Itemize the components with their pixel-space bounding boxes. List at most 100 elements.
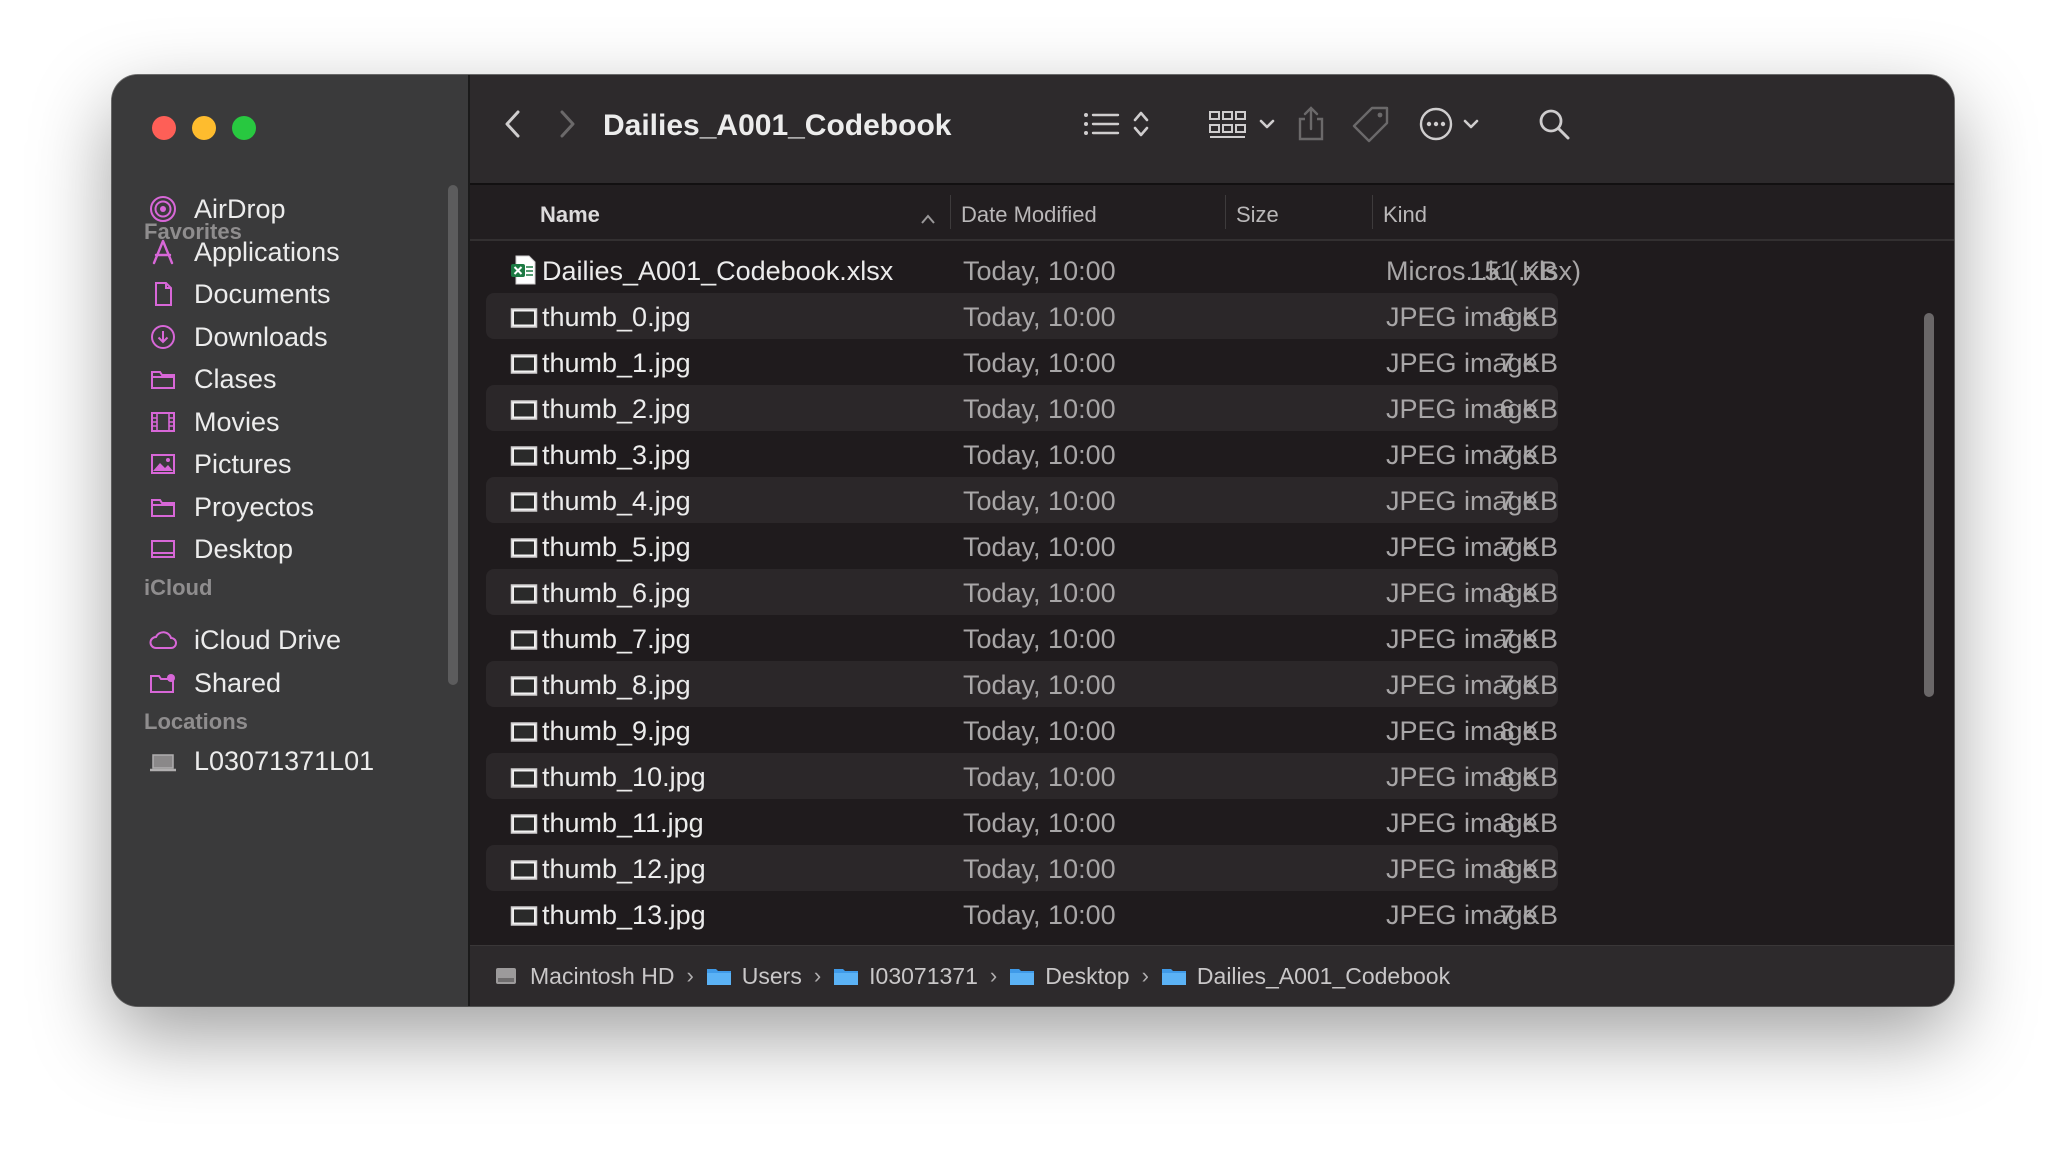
sidebar: Favorites AirDrop Applications Documents…	[112, 75, 470, 1006]
sidebar-item-label: Desktop	[194, 533, 294, 564]
file-row[interactable]: Dailies_A001_Codebook.xlsx Today, 10:00 15…	[486, 247, 1581, 293]
tag-button[interactable]	[1350, 103, 1392, 149]
minimize-window-button[interactable]	[192, 116, 216, 140]
search-button[interactable]	[1536, 103, 1572, 149]
file-row[interactable]: thumb_0.jpg Today, 10:00 6 KB JPEG image	[486, 293, 1558, 339]
group-button[interactable]	[1208, 103, 1276, 149]
file-kind: Micros...k (.xlsx)	[1386, 256, 1581, 286]
zoom-window-button[interactable]	[232, 116, 256, 140]
forward-button[interactable]	[554, 103, 580, 149]
file-name: thumb_9.jpg	[542, 716, 691, 746]
sidebar-item-label: AirDrop	[194, 193, 286, 224]
path-separator-icon: ›	[686, 963, 694, 988]
file-name: thumb_10.jpg	[542, 762, 706, 792]
view-options-button[interactable]	[1082, 103, 1150, 149]
sidebar-item-pictures[interactable]: Pictures	[148, 442, 292, 486]
window-controls	[152, 116, 256, 140]
file-row[interactable]: thumb_9.jpg Today, 10:00 8 KB JPEG image	[486, 707, 1558, 753]
sidebar-item-label: Applications	[194, 236, 340, 267]
sidebar-item-clases[interactable]: Clases	[148, 357, 277, 401]
file-kind: JPEG image	[1386, 578, 1538, 608]
file-row[interactable]: thumb_5.jpg Today, 10:00 7 KB JPEG image	[486, 523, 1558, 569]
sidebar-item-applications[interactable]: Applications	[148, 230, 340, 274]
chevron-down-icon	[1258, 108, 1276, 145]
finder-window: Favorites AirDrop Applications Documents…	[112, 75, 1954, 1006]
path-separator-icon: ›	[989, 963, 998, 988]
folder-icon	[1009, 965, 1035, 987]
sidebar-item-downloads[interactable]: Downloads	[148, 315, 328, 359]
file-date-modified: Today, 10:00	[963, 762, 1116, 792]
file-name: thumb_3.jpg	[542, 440, 691, 470]
file-row[interactable]: thumb_4.jpg Today, 10:00 7 KB JPEG image	[486, 477, 1558, 523]
file-date-modified: Today, 10:00	[963, 670, 1116, 700]
download-icon	[148, 322, 178, 352]
sidebar-item-proyectos[interactable]: Proyectos	[148, 485, 314, 529]
folder-icon	[148, 364, 178, 394]
share-button[interactable]	[1294, 103, 1328, 149]
file-row[interactable]: thumb_12.jpg Today, 10:00 8 KB JPEG image	[486, 845, 1558, 891]
file-kind: JPEG image	[1386, 808, 1538, 838]
file-date-modified: Today, 10:00	[963, 302, 1116, 332]
sidebar-item-label: Pictures	[194, 448, 292, 479]
path-crumb[interactable]: I03071371	[833, 963, 978, 990]
column-name[interactable]: Name	[540, 202, 600, 228]
column-kind[interactable]: Kind	[1383, 202, 1427, 228]
sidebar-item-desktop[interactable]: Desktop	[148, 527, 293, 571]
file-row[interactable]: thumb_13.jpg Today, 10:00 7 KB JPEG image	[486, 891, 1558, 937]
back-button[interactable]	[500, 103, 526, 149]
sidebar-item-icloud-drive[interactable]: iCloud Drive	[148, 618, 341, 662]
image-file-icon	[510, 351, 538, 377]
path-crumb[interactable]: Users	[706, 963, 802, 990]
file-date-modified: Today, 10:00	[963, 854, 1116, 884]
sidebar-item-label: Downloads	[194, 321, 328, 352]
more-actions-button[interactable]	[1418, 103, 1480, 149]
sidebar-item-label: Documents	[194, 278, 331, 309]
folder-icon	[1161, 965, 1187, 987]
path-crumb-label: Dailies_A001_Codebook	[1196, 962, 1451, 989]
file-row[interactable]: thumb_8.jpg Today, 10:00 7 KB JPEG image	[486, 661, 1558, 707]
sidebar-item-movies[interactable]: Movies	[148, 400, 280, 444]
image-file-icon	[510, 489, 538, 515]
image-file-icon	[510, 305, 538, 331]
chevron-left-icon	[500, 108, 526, 145]
file-kind: JPEG image	[1386, 854, 1538, 884]
file-kind: JPEG image	[1386, 670, 1538, 700]
close-window-button[interactable]	[152, 116, 176, 140]
applications-icon	[148, 237, 178, 267]
file-name: Dailies_A001_Codebook.xlsx	[542, 256, 894, 286]
file-row[interactable]: thumb_1.jpg Today, 10:00 7 KB JPEG image	[486, 339, 1558, 385]
file-row[interactable]: thumb_3.jpg Today, 10:00 7 KB JPEG image	[486, 431, 1558, 477]
path-crumb[interactable]: Macintosh HD	[494, 963, 674, 990]
path-separator-icon: ›	[1141, 963, 1149, 988]
path-crumb[interactable]: Dailies_A001_Codebook	[1161, 963, 1450, 990]
path-crumb-label: Macintosh HD	[530, 962, 675, 989]
sidebar-item-label: Shared	[194, 667, 282, 698]
file-row[interactable]: thumb_6.jpg Today, 10:00 8 KB JPEG image	[486, 569, 1558, 615]
file-date-modified: Today, 10:00	[963, 256, 1116, 286]
sidebar-item-documents[interactable]: Documents	[148, 272, 331, 316]
column-divider	[1225, 195, 1226, 229]
file-row[interactable]: thumb_7.jpg Today, 10:00 7 KB JPEG image	[486, 615, 1558, 661]
file-date-modified: Today, 10:00	[963, 486, 1116, 516]
image-file-icon	[510, 443, 538, 469]
column-size[interactable]: Size	[1236, 202, 1279, 228]
sort-ascending-icon	[920, 205, 936, 231]
main-pane: Dailies_A001_Codebook Name Date Modified…	[470, 75, 1954, 1006]
file-name: thumb_4.jpg	[542, 486, 691, 516]
file-row[interactable]: thumb_11.jpg Today, 10:00 8 KB JPEG image	[486, 799, 1558, 845]
file-list-scrollbar[interactable]	[1924, 313, 1934, 697]
image-file-icon	[510, 857, 538, 883]
sidebar-scrollbar[interactable]	[448, 185, 458, 685]
file-name: thumb_2.jpg	[542, 394, 691, 424]
file-row[interactable]: thumb_10.jpg Today, 10:00 8 KB JPEG image	[486, 753, 1558, 799]
column-date-modified[interactable]: Date Modified	[961, 202, 1097, 228]
sidebar-item-label: Clases	[194, 363, 277, 394]
sidebar-item-airdrop[interactable]: AirDrop	[148, 187, 286, 231]
hard-drive-icon	[494, 965, 520, 987]
file-row[interactable]: thumb_2.jpg Today, 10:00 6 KB JPEG image	[486, 385, 1558, 431]
sidebar-item-shared[interactable]: Shared	[148, 661, 281, 705]
path-crumb[interactable]: Desktop	[1009, 963, 1130, 990]
sidebar-item-computer[interactable]: L03071371L01	[148, 739, 374, 783]
file-name: thumb_0.jpg	[542, 302, 691, 332]
path-crumb-label: I03071371	[869, 962, 978, 989]
